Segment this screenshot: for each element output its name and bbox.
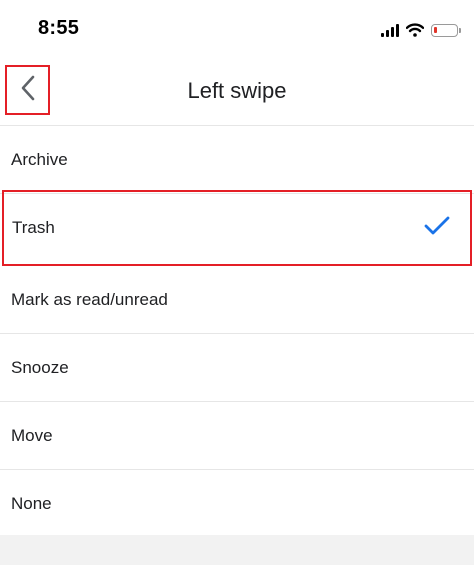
status-time: 8:55 [38,17,80,39]
footer-area [0,535,474,565]
option-archive[interactable]: Archive [0,126,474,194]
option-mark-as-read-unread[interactable]: Mark as read/unread [0,266,474,334]
option-none[interactable]: None [0,470,474,538]
option-label: Snooze [11,357,69,377]
option-label: Move [11,425,53,445]
option-label: Archive [11,149,68,169]
status-bar: 8:55 [0,0,474,58]
swipe-options-list: Archive Trash Mark as read/unread Snooze… [0,126,474,538]
option-move[interactable]: Move [0,402,474,470]
status-icons [381,20,461,40]
option-label: None [11,494,52,513]
battery-low-icon [431,23,461,37]
option-trash[interactable]: Trash [2,190,472,266]
checkmark-icon [424,216,450,241]
option-snooze[interactable]: Snooze [0,334,474,402]
option-label: Mark as read/unread [11,289,168,309]
page-title: Left swipe [187,78,287,103]
wifi-icon [406,23,424,37]
signal-icon [381,23,399,37]
option-label: Trash [12,218,55,237]
app-bar: Left swipe [0,58,474,126]
